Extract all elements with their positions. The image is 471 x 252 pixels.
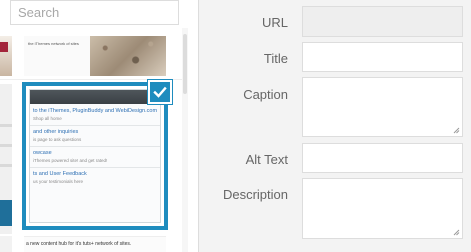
media-grid: the iThemes network of sites to the iThe… [0, 0, 188, 252]
preview-separator [30, 125, 160, 126]
preview-header-bar [30, 90, 160, 104]
attachment-preview: to the iThemes, PluginBuddy and WebiDesi… [29, 89, 161, 223]
scrollbar-thumb[interactable] [183, 34, 187, 94]
preview-line: ts and User Feedback [33, 171, 87, 177]
attachment-thumbnail[interactable] [0, 84, 12, 234]
resize-handle-icon[interactable] [453, 127, 460, 134]
thumbnail-caption: a new content hub for it's tuts+ network… [26, 241, 132, 247]
thumbnail-photo [90, 36, 166, 76]
preview-line: is page to ask questions [33, 137, 82, 142]
url-label: URL [261, 15, 288, 30]
attachment-details-panel: URL Title Caption Alt Text Description [198, 0, 471, 252]
selected-attachment[interactable]: to the iThemes, PluginBuddy and WebiDesi… [22, 82, 168, 230]
preview-separator [30, 167, 160, 168]
title-label: Title [263, 51, 288, 66]
resize-handle-icon[interactable] [453, 229, 460, 236]
preview-line: Shop all home [33, 116, 62, 121]
preview-line: us your testimonials here [33, 179, 84, 184]
preview-line: iThemes powered site! and get rated! [33, 158, 108, 163]
title-field[interactable] [302, 42, 463, 72]
attachment-thumbnail[interactable] [0, 36, 12, 76]
thumbnail-text-line [0, 144, 12, 147]
checkmark-icon [153, 86, 167, 98]
alt-text-label: Alt Text [245, 152, 288, 167]
caption-label: Caption [243, 87, 288, 102]
preview-line: owcase [33, 150, 52, 156]
thumbnail-decoration [0, 200, 12, 226]
attachment-thumbnail[interactable]: a new content hub for it's tuts+ network… [24, 236, 166, 252]
attachment-thumbnail[interactable] [0, 236, 12, 252]
alt-text-field[interactable] [302, 143, 463, 173]
preview-separator [30, 146, 160, 147]
thumbnail-text-line [0, 124, 12, 127]
attachment-thumbnail[interactable]: the iThemes network of sites [24, 36, 166, 76]
url-field[interactable] [302, 6, 463, 37]
preview-line: to the iThemes, PluginBuddy and WebiDesi… [33, 108, 158, 114]
caption-textarea[interactable] [302, 77, 463, 137]
thumbnail-text-line [0, 164, 12, 167]
deselect-checkmark-button[interactable] [148, 80, 172, 104]
description-textarea[interactable] [302, 178, 463, 239]
preview-line: and other inquiries [33, 129, 79, 135]
search-input[interactable] [10, 0, 179, 25]
thumbnail-decoration [0, 42, 8, 52]
description-label: Description [222, 187, 288, 202]
thumbnail-caption: the iThemes network of sites [28, 41, 79, 46]
